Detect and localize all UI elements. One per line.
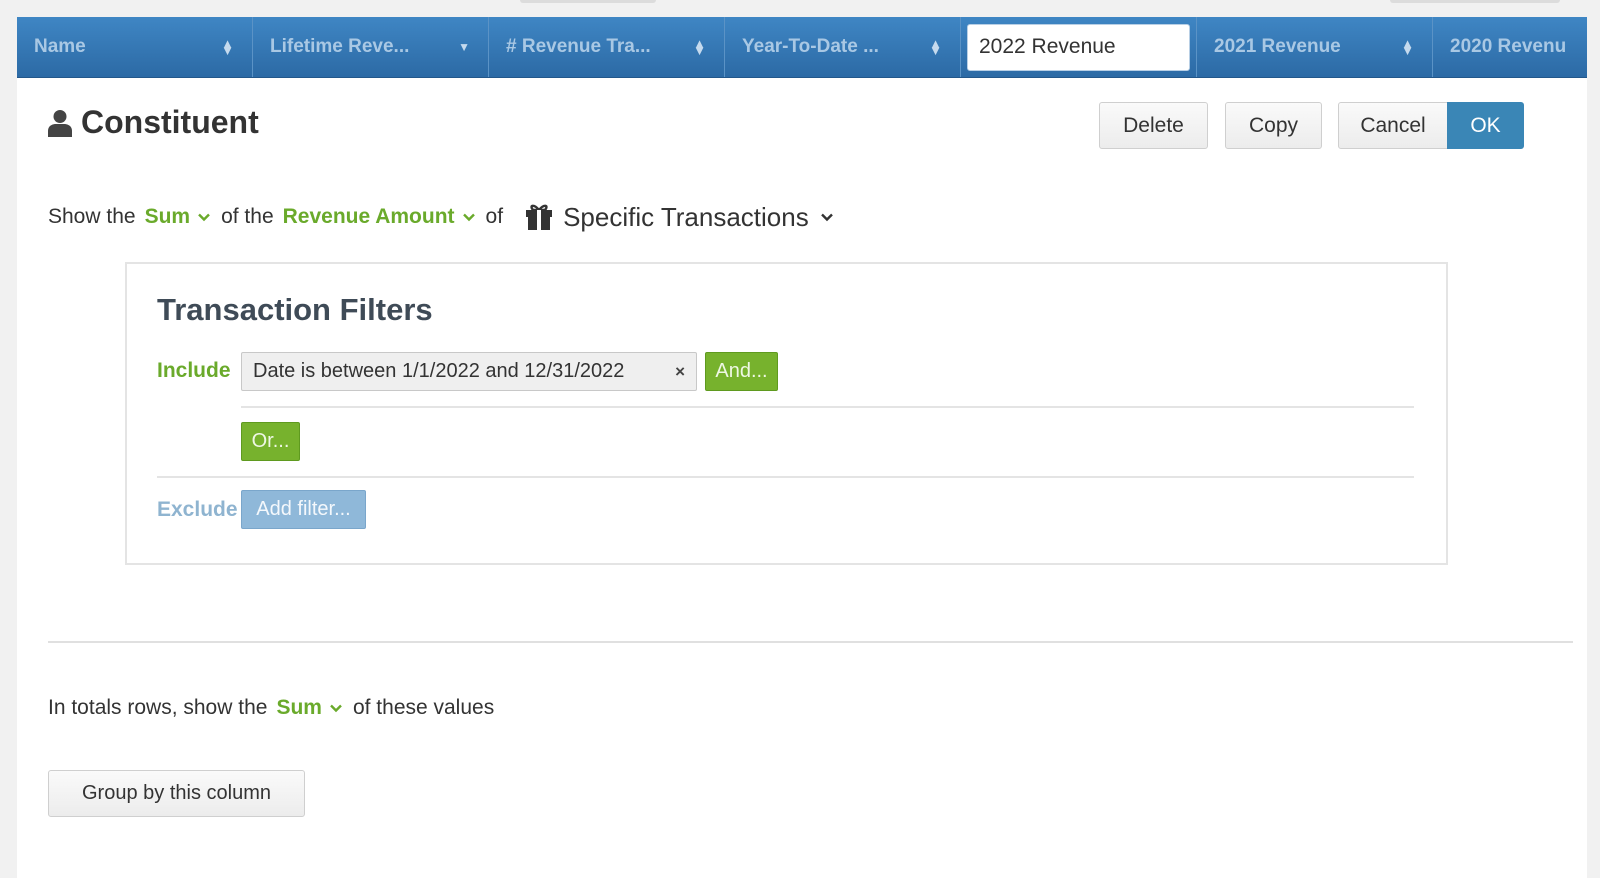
chevron-down-icon (820, 213, 833, 222)
aggregation-sentence: Show the Sum of the Revenue Amount of Sp… (48, 200, 835, 234)
column-name-input[interactable] (967, 23, 1190, 71)
column-header-label: 2021 Revenue (1214, 36, 1341, 57)
column-header-label: Year-To-Date ... (742, 36, 879, 57)
aggregate-value: Sum (144, 205, 191, 228)
filters-heading: Transaction Filters (157, 292, 433, 327)
add-filter-button[interactable]: Add filter... (241, 490, 366, 529)
top-tab-stub (520, 0, 656, 3)
column-header-2021-revenue[interactable]: 2021 Revenue ▲ ▼ (1197, 17, 1433, 77)
totals-suffix: of these values (352, 696, 495, 719)
column-header-name[interactable]: Name ▲ ▼ (17, 17, 253, 77)
sort-icon[interactable]: ▲ ▼ (929, 37, 942, 57)
sentence-text: Show the (48, 205, 136, 228)
sentence-text: of the (221, 205, 274, 228)
copy-button[interactable]: Copy (1225, 102, 1322, 149)
or-button[interactable]: Or... (241, 422, 300, 461)
totals-aggregate-dropdown[interactable]: Sum (276, 696, 344, 720)
cancel-button[interactable]: Cancel (1338, 102, 1448, 149)
close-icon[interactable]: × (675, 362, 685, 382)
gift-icon (526, 204, 553, 230)
column-header-label: # Revenue Tra... (506, 36, 651, 57)
aggregate-dropdown[interactable]: Sum (145, 205, 213, 229)
sort-icon[interactable]: ▲ ▼ (221, 37, 234, 57)
totals-prefix: In totals rows, show the (48, 696, 268, 719)
column-header-label: 2020 Revenu (1450, 36, 1567, 57)
chevron-down-icon (462, 213, 475, 222)
column-header-2022-revenue[interactable] (961, 17, 1197, 77)
and-button[interactable]: And... (705, 352, 778, 391)
top-tab-stub (1390, 0, 1560, 3)
section-divider (48, 641, 1573, 643)
divider (157, 476, 1414, 478)
chevron-down-icon (198, 213, 210, 222)
filter-chip[interactable]: Date is between 1/1/2022 and 12/31/2022 … (241, 352, 697, 391)
source-dropdown[interactable]: Specific Transactions (525, 202, 835, 233)
column-header-year-to-date[interactable]: Year-To-Date ... ▲ ▼ (725, 17, 961, 77)
sentence-text: of (485, 205, 504, 228)
column-header-label: Name (34, 36, 86, 57)
filter-chip-text: Date is between 1/1/2022 and 12/31/2022 (253, 360, 625, 382)
ok-button[interactable]: OK (1447, 102, 1524, 149)
column-header-revenue-transactions[interactable]: # Revenue Tra... ▲ ▼ (489, 17, 725, 77)
totals-aggregate-value: Sum (276, 696, 322, 719)
field-dropdown[interactable]: Revenue Amount (283, 205, 477, 229)
exclude-label: Exclude (157, 498, 238, 521)
caret-down-icon[interactable]: ▼ (458, 40, 470, 54)
divider (241, 406, 1414, 408)
column-header-label: Lifetime Reve... (270, 36, 410, 57)
sort-icon[interactable]: ▲ ▼ (1401, 37, 1414, 57)
include-label: Include (157, 359, 231, 382)
column-header-lifetime-revenue[interactable]: Lifetime Reve... ▼ (253, 17, 489, 77)
group-by-column-button[interactable]: Group by this column (48, 770, 305, 817)
sort-icon[interactable]: ▲ ▼ (693, 37, 706, 57)
column-header-bar: Name ▲ ▼ Lifetime Reve... ▼ # Revenue Tra… (17, 17, 1587, 78)
column-editor-panel: Constituent Delete Copy Cancel OK Show t… (17, 78, 1587, 878)
transaction-filters-box: Transaction Filters Include Date is betw… (125, 262, 1448, 565)
editor-title-text: Constituent (81, 104, 259, 140)
totals-sentence: In totals rows, show the Sum of these va… (48, 691, 494, 725)
person-icon (48, 109, 72, 137)
delete-button[interactable]: Delete (1099, 102, 1208, 149)
field-value: Revenue Amount (282, 205, 455, 228)
source-value: Specific Transactions (563, 201, 809, 232)
editor-title: Constituent (48, 104, 259, 141)
column-header-2020-revenue[interactable]: 2020 Revenu (1433, 17, 1587, 77)
chevron-down-icon (330, 704, 342, 713)
